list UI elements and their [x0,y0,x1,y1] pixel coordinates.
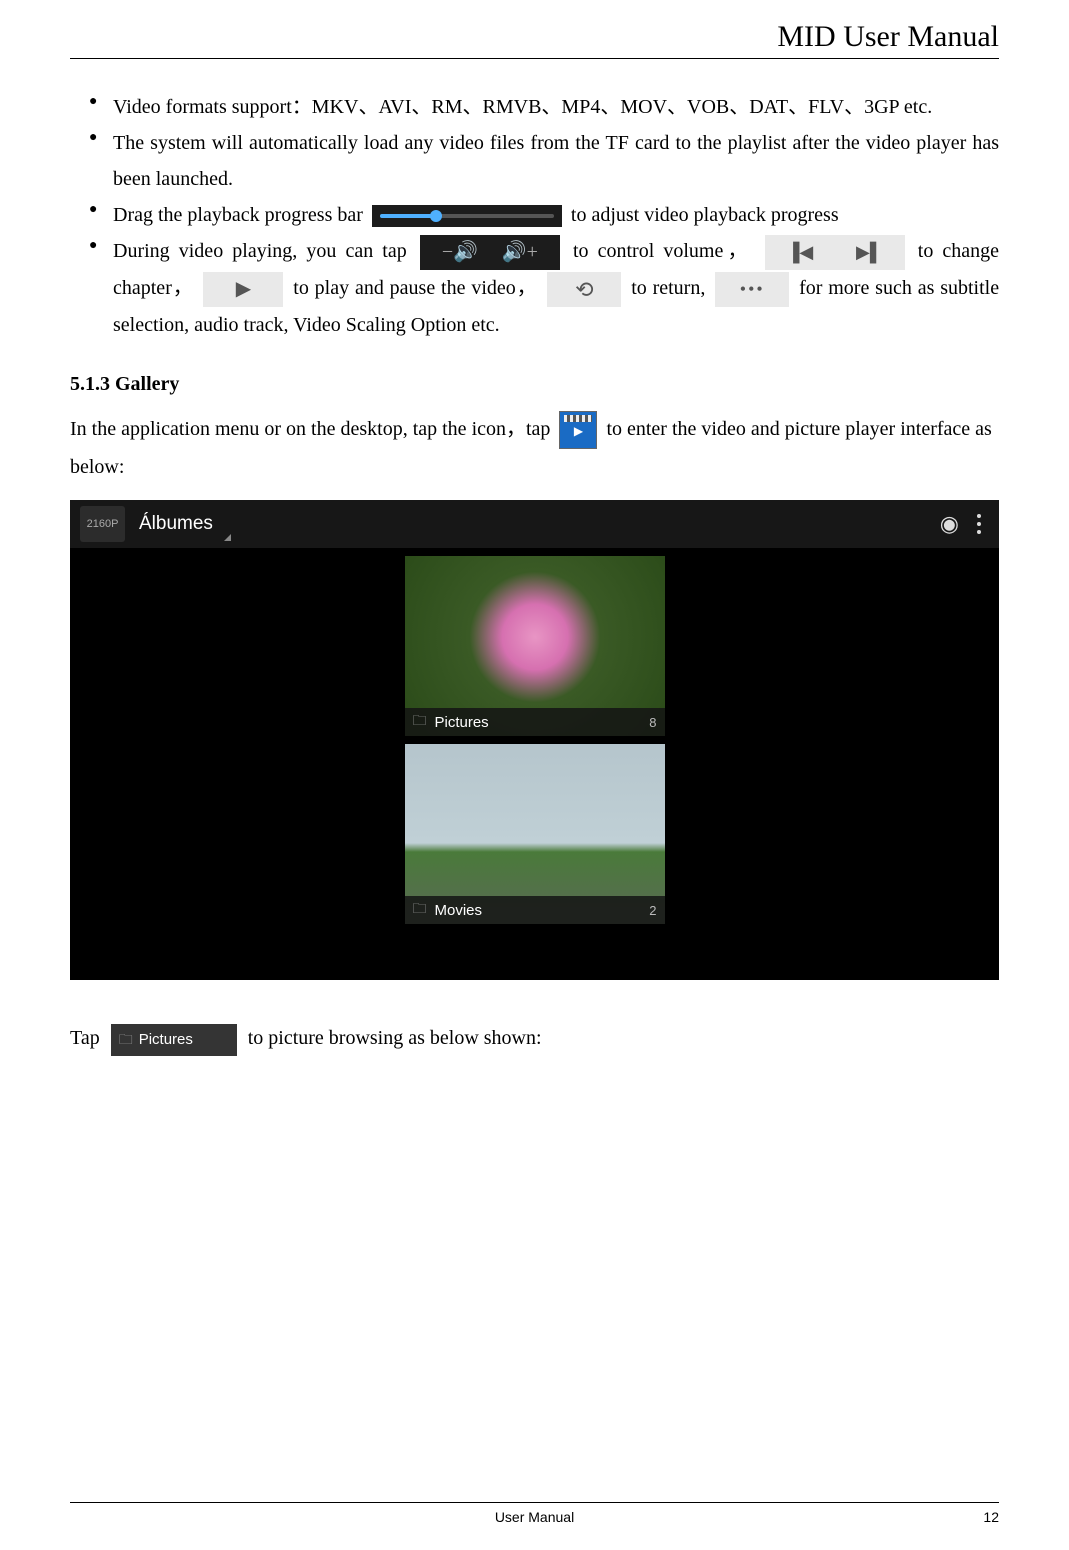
next-chapter-icon: ▶▌ [856,236,883,268]
folder-count: 2 [649,903,656,918]
folder-label: Movies [435,902,483,919]
text-fragment: Drag the playback progress bar [113,204,368,226]
pictures-folder-thumb[interactable]: 🗀 Pictures 8 [405,556,665,736]
camera-icon[interactable]: ◉ [930,511,969,537]
header-divider [70,58,999,59]
chapter-control-icon: ▐◀ ▶▌ [765,235,905,270]
return-icon: ⟲ [547,272,621,307]
folder-icon: 🗀 [413,710,427,734]
folder-icon: 🗀 [119,1027,133,1052]
bullet-item-autoload: The system will automatically load any v… [95,125,999,197]
text-fragment: to return, [631,277,705,299]
text-fragment: Tap [70,1027,105,1049]
albums-dropdown[interactable]: Álbumes [139,513,231,535]
prev-chapter-icon: ▐◀ [787,236,814,268]
progress-bar-icon [372,205,562,227]
gallery-screenshot: 2160P Álbumes ◉ 🗀 Pictures 8 🗀 Movi [70,500,999,980]
overflow-menu-icon[interactable] [969,514,989,534]
text-fragment: to control volume， [573,240,752,262]
volume-down-icon: −🔊 [442,234,478,270]
folder-label: Pictures [435,714,489,731]
page-number: 12 [983,1509,999,1525]
page-header-title: MID User Manual [70,20,999,54]
more-options-icon: ••• [715,272,789,307]
play-pause-icon: ▶ [203,272,283,307]
screenshot-topbar: 2160P Álbumes ◉ [70,500,999,548]
volume-up-icon: 🔊+ [502,234,538,270]
text-fragment: During video playing, you can tap [113,240,407,262]
bullet-list: Video formats support：MKV、AVI、RM、RMVB、MP… [70,89,999,343]
bullet-item-controls: During video playing, you can tap −🔊 🔊+ … [95,233,999,343]
text-fragment: to adjust video playback progress [571,204,839,226]
pictures-folder-button[interactable]: 🗀 Pictures [111,1024,237,1056]
volume-control-icon: −🔊 🔊+ [420,235,560,270]
footer-divider [70,1502,999,1503]
folder-count: 8 [649,715,656,730]
screenshot-app-logo: 2160P [80,506,125,542]
tap-pictures-text: Tap 🗀 Pictures to picture browsing as be… [70,1020,999,1056]
text-fragment: In the application menu or on the deskto… [70,418,555,440]
folder-button-label: Pictures [139,1026,193,1053]
text-fragment: to play and pause the video， [293,277,537,299]
section-heading-gallery: 5.1.3 Gallery [70,373,999,396]
footer-center-text: User Manual [495,1509,574,1525]
folder-icon: 🗀 [413,898,427,922]
bullet-item-formats: Video formats support：MKV、AVI、RM、RMVB、MP… [95,89,999,125]
movies-folder-thumb[interactable]: 🗀 Movies 2 [405,744,665,924]
gallery-intro: In the application menu or on the deskto… [70,411,999,485]
text-fragment: to picture browsing as below shown: [248,1027,542,1049]
page-footer: User Manual 12 [70,1502,999,1525]
bullet-item-progress: Drag the playback progress bar to adjust… [95,197,999,233]
screenshot-body: 🗀 Pictures 8 🗀 Movies 2 [70,548,999,980]
gallery-app-icon [559,411,597,449]
